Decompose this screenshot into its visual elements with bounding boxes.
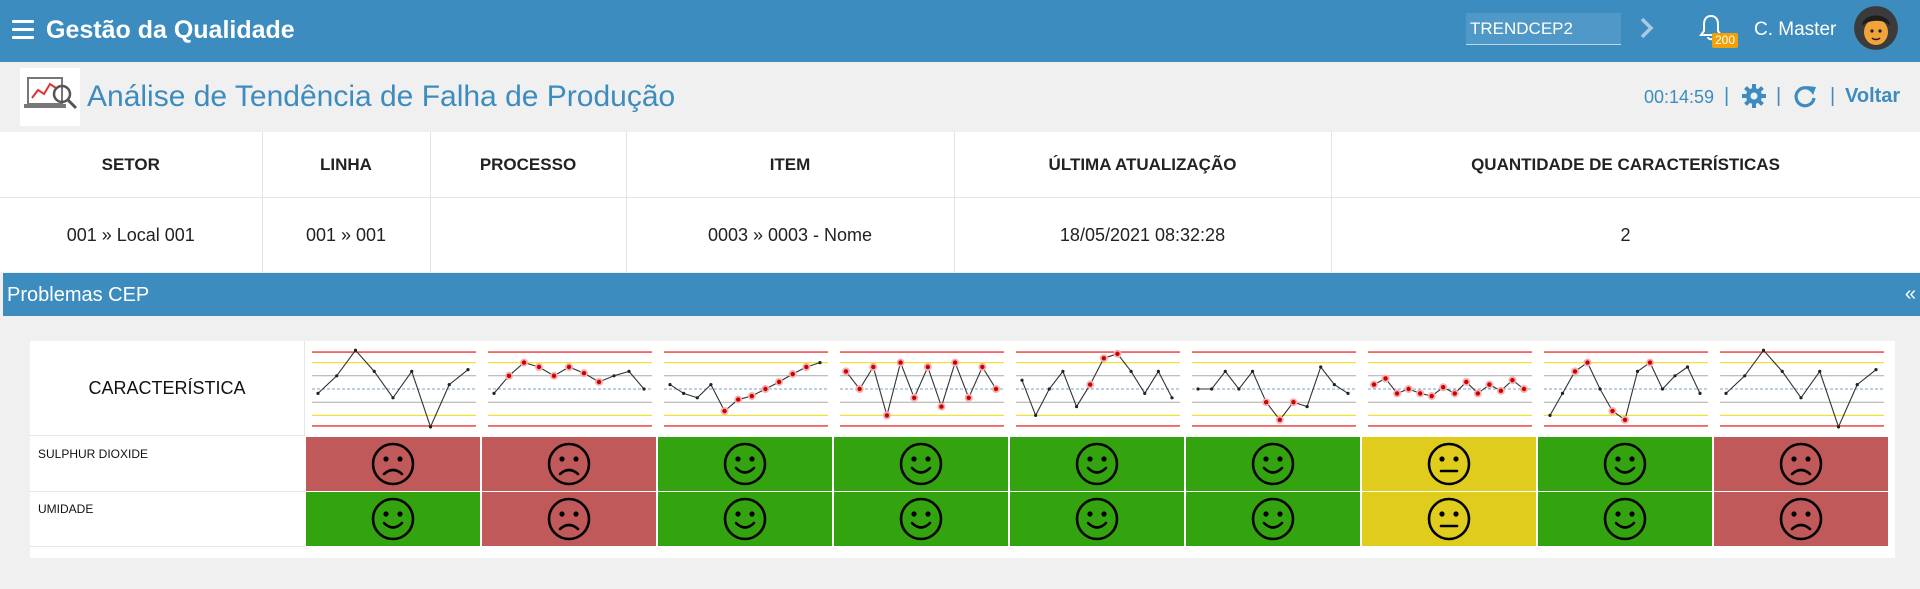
table-header-row: SETOR LINHA PROCESSO ITEM ÚLTIMA ATUALIZ… — [0, 132, 1920, 198]
page-header: Análise de Tendência de Falha de Produçã… — [0, 62, 1920, 132]
separator: | — [1776, 85, 1782, 107]
session-timer: 00:14:59 — [1644, 87, 1715, 107]
avatar[interactable] — [1854, 6, 1898, 50]
status-cell[interactable] — [1010, 492, 1185, 547]
smiley-happy-icon — [1603, 497, 1647, 541]
gear-icon[interactable] — [1741, 83, 1767, 109]
smiley-happy-icon — [1075, 497, 1119, 541]
trend-spike-icon — [1720, 348, 1884, 429]
status-cell[interactable] — [306, 492, 481, 547]
header-item: ITEM — [626, 132, 955, 198]
cell-ultima-atualizacao: 18/05/2021 08:32:28 — [954, 197, 1332, 272]
panel-title: Problemas CEP — [7, 284, 150, 306]
app-title: Gestão da Qualidade — [46, 16, 295, 44]
status-cell[interactable] — [1362, 437, 1537, 492]
search-input[interactable] — [1466, 13, 1621, 45]
row-label: SULPHUR DIOXIDE — [30, 437, 305, 492]
smiley-neutral-icon — [1427, 442, 1471, 486]
table-row: 001 » Local 001 001 » 001 0003 » 0003 - … — [0, 197, 1920, 272]
collapse-icon[interactable]: « — [1905, 283, 1916, 306]
smiley-sad-icon — [547, 442, 591, 486]
trend-run-above-icon — [488, 351, 652, 427]
trend-stratification-icon — [1368, 351, 1532, 427]
page-title: Análise de Tendência de Falha de Produçã… — [87, 80, 676, 113]
panel-header: Problemas CEP « — [3, 273, 1920, 316]
trend-spike-icon — [312, 348, 476, 429]
info-table: SETOR LINHA PROCESSO ITEM ÚLTIMA ATUALIZ… — [0, 132, 1920, 272]
cell-linha: 001 » 001 — [262, 197, 431, 272]
cell-processo — [430, 197, 627, 272]
trend-increasing-icon — [664, 351, 828, 427]
status-cell[interactable] — [1186, 492, 1361, 547]
status-cell[interactable] — [834, 492, 1009, 547]
cep-problems-grid: CARACTERÍSTICA SULPHUR DIOXIDE UMIDADE — [30, 341, 1895, 558]
smiley-happy-icon — [723, 442, 767, 486]
smiley-happy-icon — [1075, 442, 1119, 486]
trend-mixture-icon — [1544, 351, 1708, 427]
separator: | — [1724, 85, 1730, 107]
back-button[interactable]: Voltar — [1845, 85, 1900, 108]
smiley-happy-icon — [899, 442, 943, 486]
status-cell[interactable] — [482, 492, 657, 547]
header-linha: LINHA — [262, 132, 431, 198]
smiley-happy-icon — [899, 497, 943, 541]
analysis-logo-icon — [20, 68, 80, 126]
notification-badge: 200 — [1712, 33, 1739, 48]
status-cell[interactable] — [658, 492, 833, 547]
refresh-icon[interactable] — [1792, 83, 1818, 109]
smiley-happy-icon — [1603, 442, 1647, 486]
status-cell[interactable] — [1714, 437, 1889, 492]
cell-item: 0003 » 0003 - Nome — [626, 197, 955, 272]
status-cell[interactable] — [1186, 437, 1361, 492]
smiley-happy-icon — [1251, 497, 1295, 541]
status-cell[interactable] — [482, 437, 657, 492]
trend-run-below-icon — [1192, 351, 1356, 427]
smiley-sad-icon — [1779, 497, 1823, 541]
user-name[interactable]: C. Master — [1754, 18, 1836, 42]
status-cell[interactable] — [1010, 437, 1185, 492]
top-bar: Gestão da Qualidade 200 C. Master — [0, 0, 1920, 62]
status-cell[interactable] — [1538, 492, 1713, 547]
smiley-happy-icon — [371, 497, 415, 541]
header-processo: PROCESSO — [430, 132, 627, 198]
smiley-sad-icon — [371, 442, 415, 486]
menu-icon[interactable] — [12, 20, 34, 40]
cell-quantidade-caracteristicas: 2 — [1331, 197, 1920, 272]
smiley-happy-icon — [1251, 442, 1295, 486]
status-cell[interactable] — [834, 437, 1009, 492]
status-cell[interactable] — [658, 437, 833, 492]
header-ultima-atualizacao: ÚLTIMA ATUALIZAÇÃO — [954, 132, 1332, 198]
status-cell[interactable] — [306, 437, 481, 492]
smiley-neutral-icon — [1427, 497, 1471, 541]
separator: | — [1830, 85, 1836, 107]
smiley-sad-icon — [547, 497, 591, 541]
characteristic-header: CARACTERÍSTICA — [30, 341, 305, 436]
smiley-sad-icon — [1779, 442, 1823, 486]
row-label: UMIDADE — [30, 492, 305, 547]
status-cell[interactable] — [1714, 492, 1889, 547]
status-cell[interactable] — [1362, 492, 1537, 547]
smiley-happy-icon — [723, 497, 767, 541]
status-cell[interactable] — [1538, 437, 1713, 492]
trend-alternating-icon — [840, 351, 1004, 427]
trend-outlier-high-icon — [1016, 349, 1180, 427]
cell-setor: 001 » Local 001 — [0, 197, 263, 272]
chevron-right-icon[interactable] — [1637, 13, 1657, 43]
header-setor: SETOR — [0, 132, 263, 198]
header-quantidade-caracteristicas: QUANTIDADE DE CARACTERÍSTICAS — [1331, 132, 1920, 198]
